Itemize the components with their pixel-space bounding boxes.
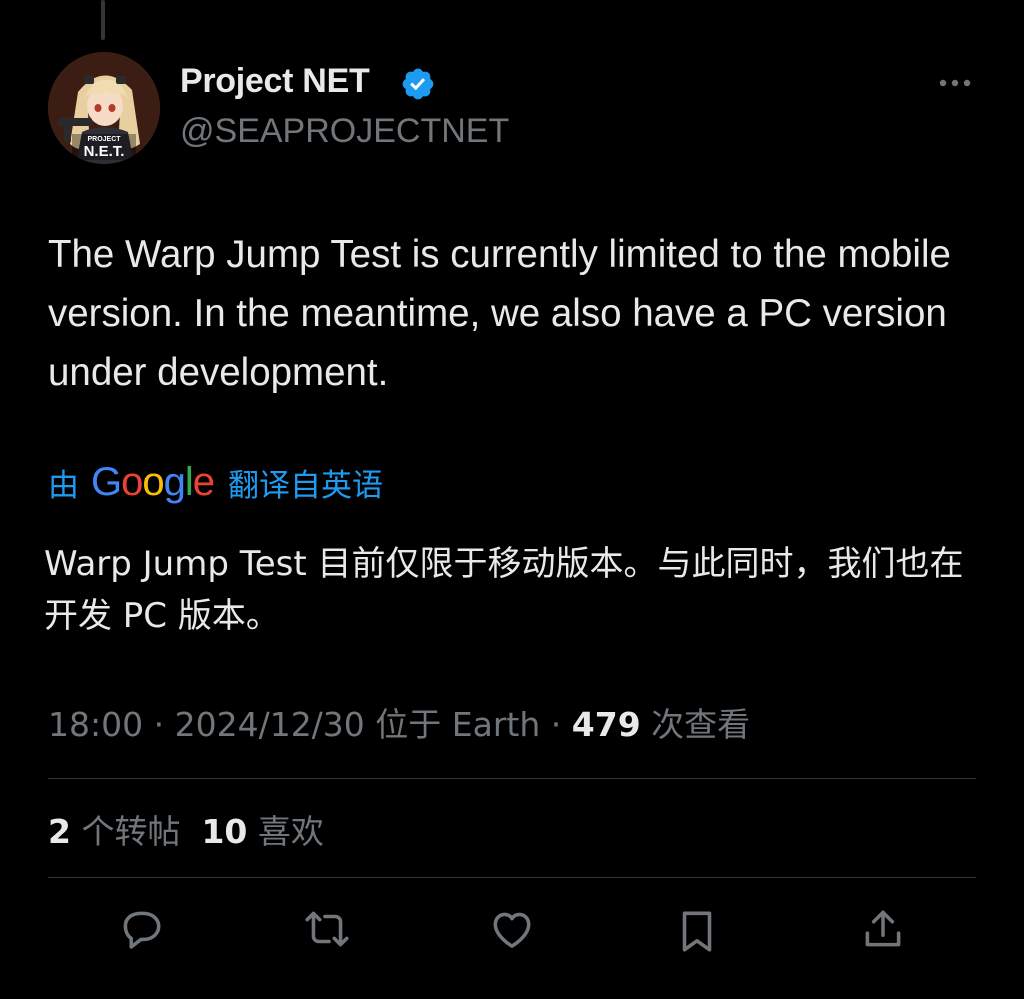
tweet-text: The Warp Jump Test is currently limited … xyxy=(48,233,951,394)
meta-separator: · xyxy=(143,705,175,744)
avatar[interactable]: PROJECT N.E.T. xyxy=(48,52,160,164)
likes-stat[interactable]: 10 喜欢 xyxy=(201,812,323,851)
more-options-icon[interactable] xyxy=(930,70,980,96)
google-logo-letter: o xyxy=(121,460,143,504)
views-count[interactable]: 479 xyxy=(572,705,641,744)
reposts-count: 2 xyxy=(48,812,71,851)
engagement-stats: 2 个转帖 10 喜欢 xyxy=(48,805,324,853)
tweet-location: 位于 Earth xyxy=(375,705,541,744)
google-logo-letter: o xyxy=(142,460,164,504)
google-logo-letter: g xyxy=(163,460,186,504)
reposts-stat[interactable]: 2 个转帖 xyxy=(48,812,180,851)
meta-separator: · xyxy=(540,705,572,744)
reply-icon[interactable] xyxy=(116,904,166,954)
translated-text: Warp Jump Test 目前仅限于移动版本。与此同时，我们也在开发 PC … xyxy=(44,544,964,636)
divider xyxy=(48,778,976,779)
google-logo-letter: G xyxy=(91,460,122,504)
translation-suffix: 翻译自英语 xyxy=(228,467,384,504)
bookmark-icon[interactable] xyxy=(672,906,722,956)
action-bar xyxy=(0,904,1024,960)
author-name[interactable]: Project NET xyxy=(180,62,370,101)
google-logo-letter: e xyxy=(192,460,215,504)
avatar-badge-top: PROJECT xyxy=(87,136,121,143)
tweet-time[interactable]: 18:00 xyxy=(48,705,143,744)
tweet-meta: 18:00 · 2024/12/30 位于 Earth · 479 次查看 xyxy=(48,698,750,746)
divider xyxy=(48,877,976,878)
translation-prefix: 由 xyxy=(48,467,79,504)
verified-badge-icon xyxy=(402,68,434,100)
share-icon[interactable] xyxy=(858,904,908,954)
repost-icon[interactable] xyxy=(302,904,352,954)
likes-label: 喜欢 xyxy=(257,812,324,851)
avatar-badge-main: N.E.T. xyxy=(84,143,125,160)
google-logo: Google xyxy=(91,458,215,506)
reposts-label: 个转帖 xyxy=(81,812,181,851)
views-label: 次查看 xyxy=(651,705,751,744)
author-handle[interactable]: @SEAPROJECTNET xyxy=(180,112,509,151)
avatar-image: PROJECT N.E.T. xyxy=(48,52,160,164)
google-logo-letter: l xyxy=(184,460,194,504)
likes-count: 10 xyxy=(201,812,248,851)
like-icon[interactable] xyxy=(487,904,537,954)
translation-attribution[interactable]: 由 Google 翻译自英语 xyxy=(48,458,383,506)
thread-connector-line xyxy=(101,0,105,40)
tweet-date[interactable]: 2024/12/30 xyxy=(175,705,365,744)
